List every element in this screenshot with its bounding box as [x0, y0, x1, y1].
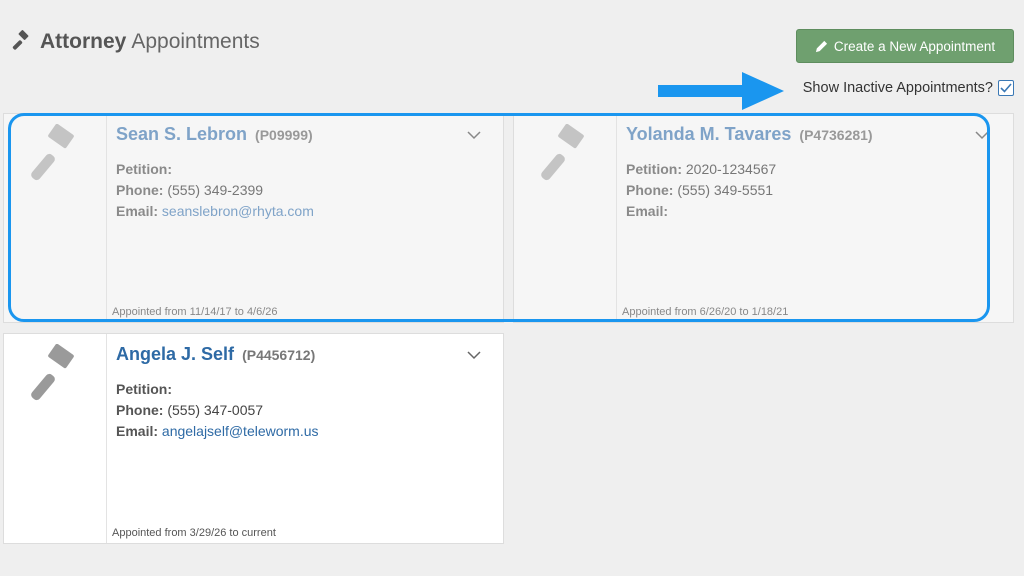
- appointment-card-sean: Sean S. Lebron (P09999) Petition: Phone:…: [3, 113, 504, 323]
- chevron-down-icon[interactable]: [975, 131, 989, 140]
- show-inactive-row: Show Inactive Appointments?: [803, 80, 1014, 96]
- chevron-down-icon[interactable]: [467, 351, 481, 360]
- appointed-range: Appointed from 3/29/26 to current: [112, 527, 276, 539]
- phone-value: (555) 347-0057: [167, 402, 264, 418]
- email-label: Email:: [116, 203, 159, 219]
- appointed-range: Appointed from 6/26/20 to 1/18/21: [622, 306, 789, 318]
- appointed-range: Appointed from 11/14/17 to 4/6/26: [112, 306, 278, 318]
- card-icon-column: [4, 114, 107, 322]
- phone-label: Phone:: [116, 182, 164, 198]
- appointment-card-yolanda: Yolanda M. Tavares (P4736281) Petition: …: [513, 113, 1014, 323]
- phone-value: (555) 349-2399: [167, 182, 264, 198]
- phone-label: Phone:: [626, 182, 674, 198]
- chevron-down-icon[interactable]: [467, 131, 481, 140]
- page-title: Attorney Appointments: [10, 30, 260, 54]
- card-icon-column: [4, 334, 107, 543]
- gavel-icon: [31, 344, 74, 401]
- attorney-id: (P09999): [255, 127, 313, 143]
- petition-label: Petition:: [626, 161, 682, 177]
- attorney-name[interactable]: Sean S. Lebron: [116, 124, 247, 144]
- gavel-icon: [541, 124, 584, 181]
- attorney-id: (P4456712): [242, 347, 316, 363]
- phone-label: Phone:: [116, 402, 164, 418]
- pencil-icon: [815, 40, 827, 52]
- create-appointment-button[interactable]: Create a New Appointment: [796, 29, 1014, 63]
- petition-label: Petition:: [116, 161, 172, 177]
- phone-value: (555) 349-5551: [677, 182, 774, 198]
- page-title-light: Appointments: [131, 30, 260, 53]
- gavel-icon: [12, 30, 29, 50]
- attorney-id: (P4736281): [799, 127, 873, 143]
- show-inactive-checkbox[interactable]: [998, 80, 1014, 96]
- page-title-bold: Attorney: [40, 30, 127, 53]
- gavel-icon: [31, 124, 74, 181]
- appointment-card-angela: Angela J. Self (P4456712) Petition: Phon…: [3, 333, 504, 544]
- email-label: Email:: [626, 203, 669, 219]
- petition-value: 2020-1234567: [685, 161, 777, 177]
- email-link[interactable]: seanslebron@rhyta.com: [162, 203, 314, 219]
- petition-label: Petition:: [116, 381, 172, 397]
- show-inactive-label: Show Inactive Appointments?: [802, 80, 993, 96]
- checkmark-icon: [1000, 83, 1012, 93]
- annotation-arrow: [658, 72, 784, 110]
- email-label: Email:: [116, 423, 159, 439]
- attorney-name[interactable]: Yolanda M. Tavares: [626, 124, 791, 144]
- attorney-name[interactable]: Angela J. Self: [116, 344, 234, 364]
- create-appointment-label: Create a New Appointment: [833, 38, 996, 54]
- email-link[interactable]: angelajself@teleworm.us: [162, 423, 319, 439]
- card-icon-column: [514, 114, 617, 322]
